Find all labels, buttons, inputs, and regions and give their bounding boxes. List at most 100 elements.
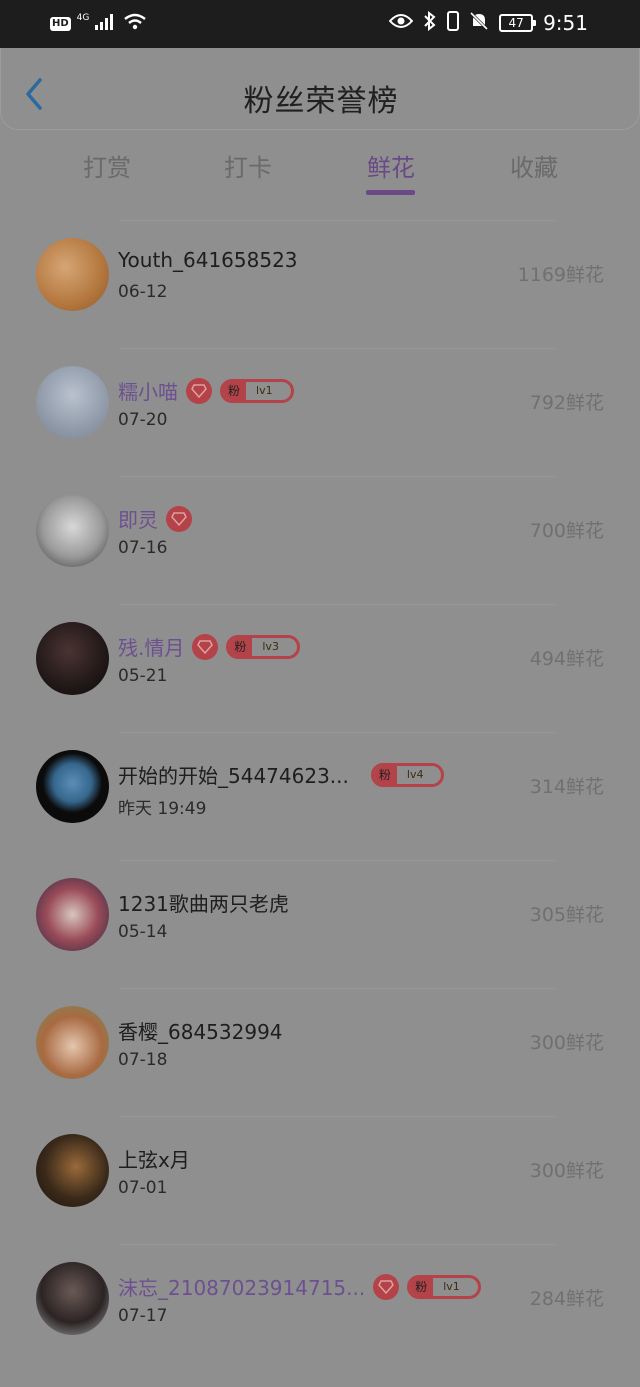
flower-count: 284鲜花 [529,1288,604,1310]
battery-icon: 47 [499,14,537,32]
list-item[interactable]: 1231歌曲两只老虎 05-14 305鲜花 [0,860,640,988]
bluetooth-icon [423,10,437,35]
app-screen: 粉丝荣誉榜 打赏 打卡 鲜花 收藏 Youth_641658523 06-12 … [0,48,640,1387]
user-name: 开始的开始_54474623... [118,764,349,788]
name-line: 沫忘_21087023914715... 粉 lv1 [118,1272,481,1301]
avatar[interactable] [36,878,109,951]
date-label: 07-01 [118,1178,168,1198]
tab-flowers[interactable]: 鲜花 [341,148,441,183]
user-name: 香樱_684532994 [118,1020,283,1044]
fan-level-badge: 粉 lv1 [407,1274,481,1299]
date-label: 05-14 [118,922,168,942]
name-line: 糯小喵 粉 lv1 [118,376,294,405]
fan-badge-level: lv1 [256,383,273,397]
fan-badge-level: lv3 [262,639,279,653]
divider [120,732,555,733]
page-title: 粉丝荣誉榜 [243,84,399,119]
flower-count: 792鲜花 [529,392,604,414]
divider [120,988,555,989]
flower-count: 314鲜花 [529,776,604,798]
name-line: 上弦x月 [118,1144,190,1173]
date-label: 07-17 [118,1306,168,1326]
date-label: 昨天 19:49 [118,799,207,819]
divider [120,604,555,605]
fan-badge-prefix: 粉 [229,637,253,656]
active-tab-indicator [366,190,415,195]
list-item[interactable]: Youth_641658523 06-12 1169鲜花 [0,220,640,348]
user-name: 残.情月 [118,636,185,660]
date-label: 05-21 [118,666,168,686]
fan-level-badge: 粉 lv4 [370,762,445,787]
avatar[interactable] [36,1134,109,1207]
date-label: 07-16 [118,538,168,558]
list-item[interactable]: 香樱_684532994 07-18 300鲜花 [0,988,640,1116]
divider [120,348,555,349]
status-left: HD 4G [50,13,147,35]
vibrate-icon [447,11,460,35]
tab-reward[interactable]: 打赏 [57,148,157,183]
divider [120,1116,555,1117]
fan-level-badge: 粉 lv1 [220,378,294,403]
avatar[interactable] [36,1262,109,1335]
name-line: 香樱_684532994 [118,1016,283,1045]
fan-badge-level: lv1 [443,1279,460,1293]
user-name: 上弦x月 [118,1148,190,1172]
tab-favorites[interactable]: 收藏 [484,148,584,183]
name-line: 残.情月 粉 lv3 [118,632,300,661]
header: 粉丝荣誉榜 [0,48,640,130]
name-line: 1231歌曲两只老虎 [118,888,289,917]
diamond-icon [166,505,192,532]
status-right: 47 9:51 [388,10,588,35]
avatar[interactable] [36,622,109,695]
fan-badge-prefix: 粉 [223,381,247,400]
status-bar: HD 4G 47 9:51 [0,0,640,48]
flower-count: 700鲜花 [529,520,604,542]
fan-badge-level: lv4 [406,767,424,781]
network-label: 4G [76,12,90,23]
signal-icon [95,14,117,34]
list-item[interactable]: 残.情月 粉 lv3 05-21 494鲜花 [0,604,640,732]
user-name: 即灵 [118,508,158,532]
user-name: 糯小喵 [118,380,178,404]
divider [120,476,555,477]
tab-bar: 打赏 打卡 鲜花 收藏 [0,148,640,204]
avatar[interactable] [36,750,109,823]
diamond-icon [186,377,212,404]
list-item[interactable]: 沫忘_21087023914715... 粉 lv1 07-17 284鲜花 [0,1244,640,1372]
flower-count: 494鲜花 [529,648,604,670]
avatar[interactable] [36,238,109,311]
avatar[interactable] [36,1006,109,1079]
date-label: 07-18 [118,1050,168,1070]
fan-badge-prefix: 粉 [410,1277,434,1296]
fan-level-badge: 粉 lv3 [226,634,300,659]
eye-icon [388,13,414,33]
fan-list: Youth_641658523 06-12 1169鲜花 糯小喵 粉 lv1 07… [0,220,640,1372]
divider [120,1244,555,1245]
hd-badge: HD [50,17,71,31]
avatar[interactable] [36,366,109,439]
tab-checkin[interactable]: 打卡 [198,148,298,183]
list-item[interactable]: 上弦x月 07-01 300鲜花 [0,1116,640,1244]
name-line: 开始的开始_54474623... 粉 lv4 [118,760,445,789]
list-item[interactable]: 即灵 07-16 700鲜花 [0,476,640,604]
flower-count: 1169鲜花 [517,264,604,286]
diamond-icon [373,1273,400,1300]
user-name: Youth_641658523 [118,248,298,272]
divider [120,220,555,221]
mute-bell-icon [469,11,489,35]
clock: 9:51 [543,11,588,35]
divider [120,860,555,861]
list-item[interactable]: 糯小喵 粉 lv1 07-20 792鲜花 [0,348,640,476]
name-line: 即灵 [118,504,192,533]
date-label: 07-20 [118,410,168,430]
avatar[interactable] [36,494,109,567]
date-label: 06-12 [118,282,168,302]
user-name: 沫忘_21087023914715... [118,1276,366,1300]
flower-count: 300鲜花 [529,1160,604,1182]
user-name: 1231歌曲两只老虎 [118,892,289,916]
flower-count: 300鲜花 [529,1032,604,1054]
list-item[interactable]: 开始的开始_54474623... 粉 lv4 昨天 19:49 314鲜花 [0,732,640,860]
name-line: Youth_641658523 [118,248,298,272]
fan-badge-prefix: 粉 [373,765,397,784]
flower-count: 305鲜花 [529,904,604,926]
